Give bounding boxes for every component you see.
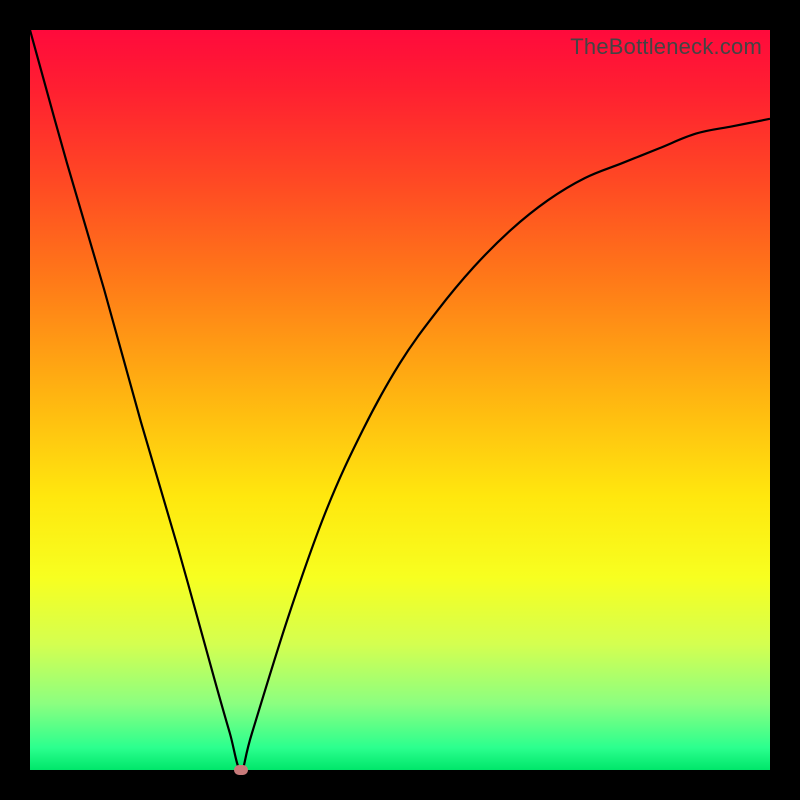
plot-area: TheBottleneck.com — [30, 30, 770, 770]
chart-frame: TheBottleneck.com — [0, 0, 800, 800]
minimum-marker — [234, 765, 248, 775]
bottleneck-curve — [30, 30, 770, 770]
